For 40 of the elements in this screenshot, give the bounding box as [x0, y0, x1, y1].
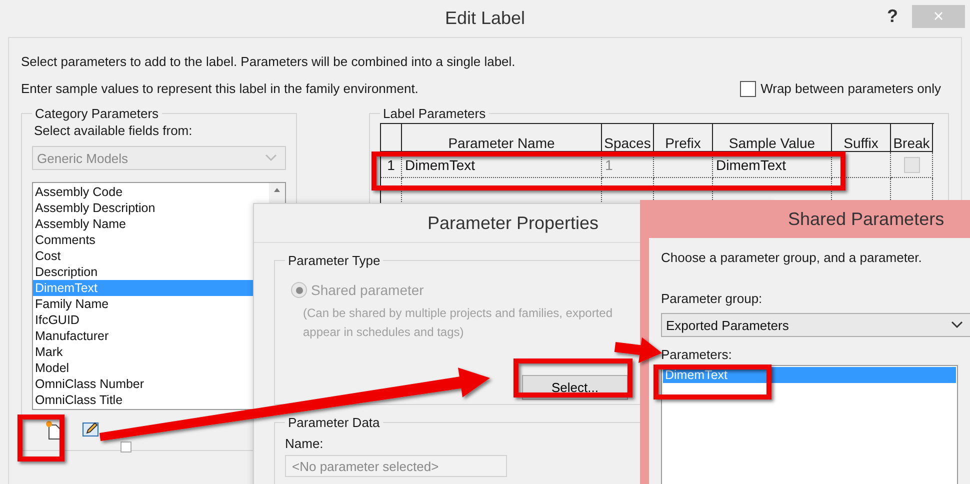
group-title: Parameter Data	[287, 415, 381, 430]
column-header: Break	[891, 124, 933, 152]
field-label: Parameters:	[661, 347, 732, 362]
window-title: Edit Label	[444, 8, 526, 29]
group-title: Category Parameters	[34, 106, 160, 121]
new-document-icon[interactable]	[44, 420, 62, 440]
row-number: 1	[381, 152, 402, 178]
note-text: (Can be shared by multiple projects and families, exported	[303, 306, 612, 320]
instruction-text: Enter sample values to represent this label in the family environment.	[21, 81, 418, 96]
list-item[interactable]: Assembly Code	[33, 184, 269, 200]
column-header: Suffix	[832, 124, 891, 152]
instruction-text: Select parameters to add to the label. Parameters will be combined into a single label.	[21, 54, 516, 69]
instruction-text: Choose a parameter group, and a parameter.	[661, 250, 922, 265]
table-cell[interactable]: DimemText	[713, 152, 832, 178]
group-dropdown[interactable]: Exported Parameters	[661, 313, 970, 337]
break-checkbox[interactable]	[904, 156, 920, 172]
column-header: Sample Value	[713, 124, 832, 152]
table-cell[interactable]	[832, 152, 891, 178]
chevron-icon	[265, 154, 277, 162]
window-title: Shared Parameters	[788, 208, 944, 230]
field-label: Name:	[285, 436, 324, 451]
window-title: Parameter Properties	[427, 212, 599, 234]
field-label: Select available fields from:	[33, 123, 194, 138]
column-header: Spaces	[602, 124, 654, 152]
column-header: Prefix	[654, 124, 713, 152]
group-title: Label Parameters	[382, 106, 487, 121]
group-title: Parameter Type	[287, 253, 382, 268]
checkbox-label: Wrap between parameters only	[760, 81, 941, 96]
help-button[interactable]: ?	[887, 6, 898, 27]
field-label: Parameter group:	[661, 291, 762, 306]
arrow	[614, 337, 662, 363]
table-cell[interactable]: DimemText	[402, 152, 602, 178]
document-icon[interactable]	[120, 441, 132, 453]
chevron-icon	[951, 321, 963, 329]
radio-label: Shared parameter	[311, 282, 424, 298]
wrap-checkbox[interactable]	[740, 80, 756, 96]
highlight-frame	[18, 414, 64, 462]
column-header: Parameter Name	[402, 124, 602, 152]
note-text: appear in schedules and tags)	[303, 325, 464, 339]
edit-icon[interactable]	[82, 420, 100, 438]
